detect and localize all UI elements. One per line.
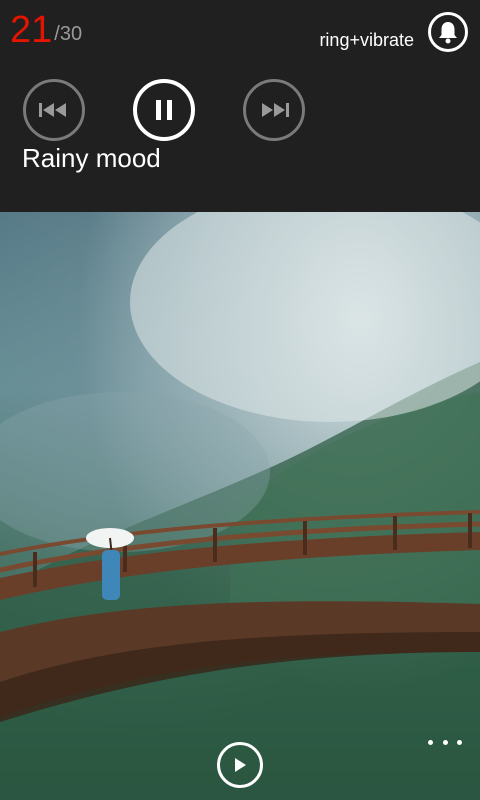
ringer-toggle-button[interactable] — [428, 12, 468, 52]
counter-current: 21 — [10, 9, 53, 51]
ellipsis-dot — [442, 739, 448, 745]
play-button[interactable] — [217, 742, 263, 788]
ellipsis-dot — [457, 739, 462, 745]
pause-button[interactable] — [133, 79, 195, 141]
previous-track-button[interactable] — [23, 79, 85, 141]
counter-total: /30 — [54, 23, 83, 45]
lockscreen-wallpaper — [0, 212, 480, 800]
media-controls — [23, 79, 313, 141]
notification-counter: 21 /30 — [10, 10, 82, 50]
lockscreen-top-panel: 21 /30 ring+vibrate Rainy mood — [0, 0, 480, 212]
pause-icon — [156, 100, 172, 120]
more-options-button[interactable] — [428, 732, 462, 752]
ellipsis-dot — [428, 739, 433, 745]
play-icon — [235, 758, 246, 772]
next-track-button[interactable] — [243, 79, 305, 141]
bell-icon — [439, 22, 457, 44]
previous-track-icon — [39, 103, 66, 117]
track-title: Rainy mood — [22, 143, 161, 173]
wallpaper-image — [0, 212, 480, 800]
ringer-mode-label: ring+vibrate — [319, 30, 414, 50]
next-track-icon — [262, 103, 289, 117]
